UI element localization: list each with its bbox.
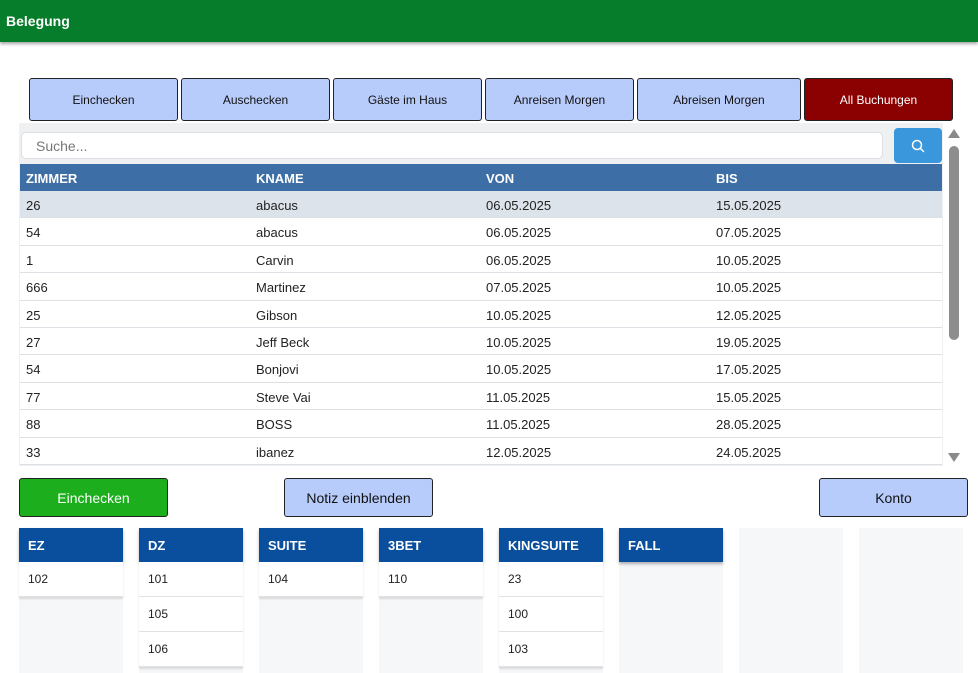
table-row[interactable]: 1 Carvin 06.05.2025 10.05.2025 [20, 245, 942, 274]
window-title: Belegung [6, 13, 70, 29]
tab-auschecken[interactable]: Auschecken [181, 78, 330, 121]
cell-bis: 24.05.2025 [716, 444, 782, 460]
cell-zimmer: 27 [26, 334, 41, 350]
title-bar: Belegung [0, 0, 978, 42]
table-row[interactable]: 27 Jeff Beck 10.05.2025 19.05.2025 [20, 327, 942, 356]
show-note-button[interactable]: Notiz einblenden [284, 478, 433, 517]
column-header-bis[interactable]: BIS [716, 171, 738, 186]
cell-von: 06.05.2025 [486, 198, 552, 213]
room-item[interactable]: 104 [259, 562, 363, 597]
column-header-kname[interactable]: KNAME [256, 171, 304, 186]
cell-bis: 15.05.2025 [716, 389, 782, 405]
cell-kname: ibanez [256, 444, 295, 460]
tab-gaeste-im-haus[interactable]: Gäste im Haus [333, 78, 482, 121]
room-column-header: 3BET [379, 528, 483, 562]
room-column-ez: EZ 102 [19, 528, 123, 673]
cell-kname: abacus [256, 225, 298, 241]
cell-kname: Martinez [256, 280, 306, 296]
table-row[interactable]: 26 abacus 06.05.2025 15.05.2025 [20, 191, 942, 219]
cell-zimmer: 54 [26, 362, 41, 378]
room-column-header: EZ [19, 528, 123, 562]
cell-bis: 07.05.2025 [716, 225, 782, 241]
cell-von: 06.05.2025 [486, 225, 552, 241]
room-column-header: KINGSUITE [499, 528, 603, 562]
cell-bis: 10.05.2025 [716, 280, 782, 296]
room-column-3bet: 3BET 110 [379, 528, 483, 673]
cell-zimmer: 33 [26, 444, 41, 460]
cell-zimmer: 88 [26, 417, 41, 433]
room-item[interactable]: 101 [139, 562, 243, 597]
column-header-zimmer[interactable]: ZIMMER [26, 171, 77, 186]
table-row[interactable]: 33 ibanez 12.05.2025 24.05.2025 [20, 437, 942, 465]
room-item[interactable]: 106 [139, 632, 243, 667]
search-input[interactable]: Suche... [21, 132, 883, 159]
cell-von: 10.05.2025 [486, 307, 552, 323]
cell-zimmer: 25 [26, 307, 41, 323]
scrollbar-thumb[interactable] [949, 146, 959, 340]
tab-anreisen-morgen[interactable]: Anreisen Morgen [485, 78, 634, 121]
cell-von: 10.05.2025 [486, 334, 552, 350]
room-column-dz: DZ 101 105 106 [139, 528, 243, 673]
table-row[interactable]: 77 Steve Vai 11.05.2025 15.05.2025 [20, 382, 942, 411]
cell-von: 10.05.2025 [486, 362, 552, 378]
room-item[interactable]: 23 [499, 562, 603, 597]
room-item[interactable]: 102 [19, 562, 123, 597]
cell-zimmer: 1 [26, 252, 34, 268]
room-item[interactable]: 105 [139, 597, 243, 632]
room-column-header: SUITE [259, 528, 363, 562]
cell-zimmer: 666 [26, 280, 48, 296]
account-button[interactable]: Konto [819, 478, 968, 517]
tab-all-buchungen[interactable]: All Buchungen [804, 78, 953, 121]
room-column-suite: SUITE 104 [259, 528, 363, 673]
table-row[interactable]: 54 Bonjovi 10.05.2025 17.05.2025 [20, 355, 942, 383]
tab-abreisen-morgen[interactable]: Abreisen Morgen [637, 78, 801, 121]
cell-kname: Steve Vai [256, 389, 311, 405]
cell-kname: Carvin [256, 252, 294, 268]
table-row[interactable]: 88 BOSS 11.05.2025 28.05.2025 [20, 410, 942, 438]
room-column-header: FALL [619, 528, 723, 562]
cell-zimmer: 77 [26, 389, 41, 405]
cell-von: 11.05.2025 [486, 417, 551, 433]
cell-zimmer: 26 [26, 198, 41, 213]
cell-kname: Bonjovi [256, 362, 299, 378]
room-column-empty [859, 528, 963, 673]
column-header-von[interactable]: VON [486, 171, 514, 186]
cell-bis: 19.05.2025 [716, 334, 782, 350]
search-icon [911, 139, 925, 152]
cell-bis: 17.05.2025 [716, 362, 782, 378]
search-button[interactable] [894, 128, 942, 163]
cell-kname: Jeff Beck [256, 334, 310, 350]
tab-einchecken[interactable]: Einchecken [29, 78, 178, 121]
cell-bis: 28.05.2025 [716, 417, 782, 433]
cell-von: 07.05.2025 [486, 280, 552, 296]
scroll-down-arrow-icon[interactable] [948, 453, 960, 462]
room-column-header: DZ [139, 528, 243, 562]
room-column-empty [739, 528, 843, 673]
room-item[interactable]: 100 [499, 597, 603, 632]
cell-von: 12.05.2025 [486, 444, 552, 460]
room-item[interactable]: 103 [499, 632, 603, 667]
cell-von: 11.05.2025 [486, 389, 551, 405]
cell-bis: 15.05.2025 [716, 198, 782, 213]
table-row[interactable]: 666 Martinez 07.05.2025 10.05.2025 [20, 273, 942, 301]
table-row[interactable]: 54 abacus 06.05.2025 07.05.2025 [20, 218, 942, 246]
table-header: ZIMMER KNAME VON BIS [20, 164, 942, 191]
room-item[interactable]: 110 [379, 562, 483, 597]
checkin-button[interactable]: Einchecken [19, 478, 168, 517]
cell-kname: abacus [256, 198, 298, 213]
cell-von: 06.05.2025 [486, 252, 552, 268]
cell-bis: 12.05.2025 [716, 307, 782, 323]
bookings-table-body: 26 abacus 06.05.2025 15.05.2025 54 abacu… [20, 191, 942, 465]
room-column-fall: FALL [619, 528, 723, 673]
cell-kname: BOSS [256, 417, 293, 433]
scroll-up-arrow-icon[interactable] [948, 129, 960, 138]
cell-kname: Gibson [256, 307, 298, 323]
cell-bis: 10.05.2025 [716, 252, 782, 268]
room-column-kingsuite: KINGSUITE 23 100 103 [499, 528, 603, 673]
cell-zimmer: 54 [26, 225, 41, 241]
table-row[interactable]: 25 Gibson 10.05.2025 12.05.2025 [20, 300, 942, 328]
